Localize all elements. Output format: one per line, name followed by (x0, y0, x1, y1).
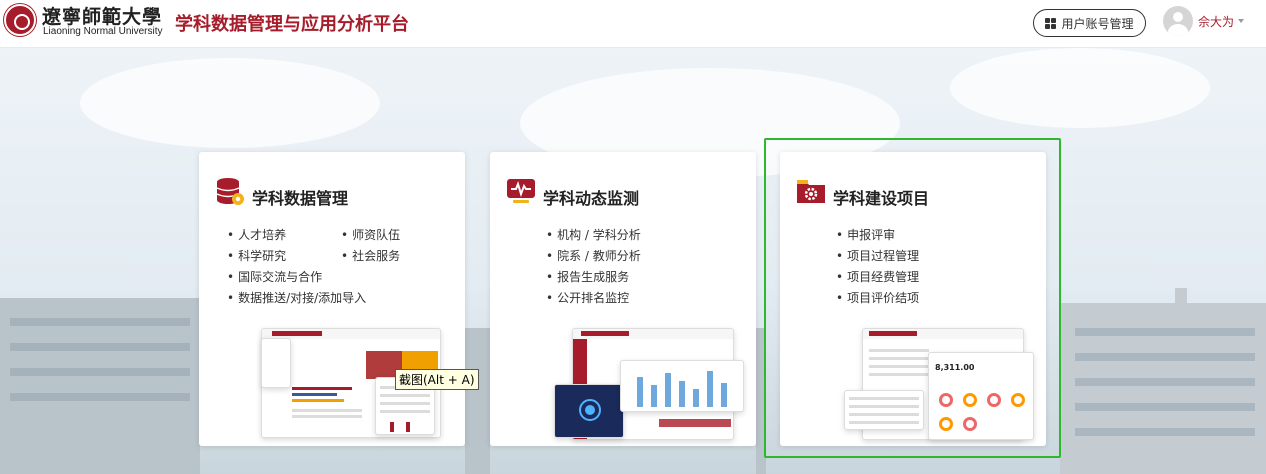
list-item[interactable]: 院系 / 教师分析 (546, 246, 641, 267)
list-item[interactable]: 申报评审 (836, 225, 919, 246)
university-logo-seal (4, 4, 36, 36)
card-discipline-dynamic-monitoring[interactable]: 学科动态监测 机构 / 学科分析 院系 / 教师分析 报告生成服务 公开排名监控 (490, 152, 756, 446)
list-item[interactable]: 国际交流与合作 (227, 267, 366, 288)
list-item[interactable]: 师资队伍 (341, 225, 400, 246)
preview-screenshot (554, 384, 624, 438)
card-item-list: 申报评审 项目过程管理 项目经费管理 项目评价结项 (836, 225, 919, 309)
card-discipline-construction-projects[interactable]: 学科建设项目 申报评审 项目过程管理 项目经费管理 项目评价结项 8,311.0… (780, 152, 1046, 446)
monitor-pulse-icon (507, 179, 535, 203)
list-item[interactable]: 社会服务 (341, 246, 400, 267)
screenshot-tooltip: 截图(Alt + A) (395, 369, 479, 390)
card-title: 学科建设项目 (833, 189, 930, 208)
top-header: 遼寧師範大學 Liaoning Normal University 学科数据管理… (0, 0, 1266, 48)
card-discipline-data-management[interactable]: 学科数据管理 人才培养 科学研究 国际交流与合作 数据推送/对接/添加导入 师资… (199, 152, 465, 446)
preview-screenshot (261, 338, 291, 388)
apps-grid-icon (1045, 17, 1057, 29)
list-item[interactable]: 项目评价结项 (836, 288, 919, 309)
preview-value: 8,311.00 (935, 363, 975, 372)
user-avatar[interactable] (1163, 6, 1193, 36)
university-name-en: Liaoning Normal University (43, 26, 163, 37)
folder-gear-icon (797, 180, 825, 203)
list-item[interactable]: 数据推送/对接/添加导入 (227, 288, 366, 309)
list-item[interactable]: 项目经费管理 (836, 267, 919, 288)
card-title: 学科数据管理 (252, 189, 349, 208)
list-item[interactable]: 报告生成服务 (546, 267, 641, 288)
username[interactable]: 佘大为 (1198, 13, 1234, 30)
preview-screenshot (844, 390, 924, 430)
card-item-list: 机构 / 学科分析 院系 / 教师分析 报告生成服务 公开排名监控 (546, 225, 641, 309)
card-item-list-right: 师资队伍 社会服务 (341, 225, 400, 267)
card-title: 学科动态监测 (543, 189, 640, 208)
chevron-down-icon[interactable] (1238, 19, 1244, 23)
university-name-cn: 遼寧師範大學 (42, 6, 163, 28)
app-title: 学科数据管理与应用分析平台 (175, 14, 409, 35)
database-gear-icon (216, 178, 244, 205)
list-item[interactable]: 机构 / 学科分析 (546, 225, 641, 246)
account-management-button[interactable]: 用户账号管理 (1033, 9, 1146, 37)
account-management-label: 用户账号管理 (1061, 16, 1134, 31)
preview-screenshot (620, 360, 744, 412)
list-item[interactable]: 公开排名监控 (546, 288, 641, 309)
list-item[interactable]: 项目过程管理 (836, 246, 919, 267)
preview-screenshot: 8,311.00 (928, 352, 1034, 440)
